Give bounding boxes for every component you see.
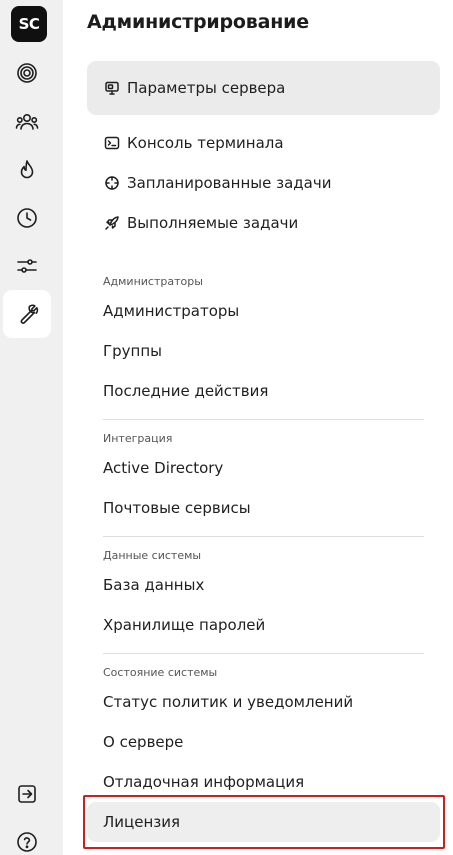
admin-panel: Администрирование Параметры сервера Конс… — [63, 0, 453, 855]
menu-item-label: Запланированные задачи — [127, 174, 332, 192]
menu-item-password-vault[interactable]: Хранилище паролей — [87, 605, 440, 645]
nav-settings-button[interactable] — [3, 242, 51, 290]
nav-help-button[interactable] — [3, 818, 51, 855]
divider — [103, 419, 424, 420]
menu-item-label: Консоль терминала — [127, 134, 284, 152]
menu-item-about-server[interactable]: О сервере — [87, 722, 440, 762]
sliders-icon — [17, 259, 37, 273]
logout-icon — [18, 785, 36, 803]
menu-item-label: Параметры сервера — [127, 79, 286, 97]
section-label-system-state: Состояние системы — [103, 666, 218, 679]
help-icon — [17, 832, 37, 852]
menu-item-policy-status[interactable]: Статус политик и уведомлений — [87, 682, 440, 722]
menu-item-server-params[interactable]: Параметры сервера — [87, 61, 440, 115]
menu-item-administrators[interactable]: Администраторы — [87, 291, 440, 331]
app-logo[interactable]: SC — [11, 6, 47, 42]
terminal-icon — [104, 136, 120, 150]
nav-logout-button[interactable] — [3, 770, 51, 818]
menu-item-database[interactable]: База данных — [87, 565, 440, 605]
menu-item-mail-services[interactable]: Почтовые сервисы — [87, 488, 440, 528]
section-label-admins: Администраторы — [103, 275, 203, 288]
divider — [103, 653, 424, 654]
rocket-icon — [105, 216, 119, 230]
clock-icon — [17, 208, 37, 228]
flame-icon — [20, 160, 34, 179]
menu-item-groups[interactable]: Группы — [87, 331, 440, 371]
menu-item-license[interactable]: Лицензия — [87, 802, 440, 842]
crosshair-icon — [105, 176, 119, 190]
nav-users-button[interactable] — [3, 98, 51, 146]
section-label-system-data: Данные системы — [103, 549, 202, 562]
section-label-integration: Интеграция — [103, 432, 173, 445]
users-icon — [15, 114, 39, 130]
target-icon — [17, 63, 37, 83]
menu-item-recent-actions[interactable]: Последние действия — [87, 371, 440, 411]
nav-admin-button[interactable] — [3, 290, 51, 338]
server-icon — [105, 81, 119, 95]
divider — [103, 536, 424, 537]
left-rail: SC — [0, 0, 63, 855]
menu-item-label: Выполняемые задачи — [127, 214, 299, 232]
nav-target-button[interactable] — [3, 49, 51, 97]
nav-incidents-button[interactable] — [3, 146, 51, 194]
page-title: Администрирование — [87, 11, 309, 33]
wrench-icon — [20, 304, 39, 324]
menu-item-running-tasks[interactable]: Выполняемые задачи — [87, 203, 440, 243]
menu-item-terminal[interactable]: Консоль терминала — [87, 123, 440, 163]
menu-item-debug-info[interactable]: Отладочная информация — [87, 762, 440, 802]
nav-history-button[interactable] — [3, 194, 51, 242]
menu-item-active-directory[interactable]: Active Directory — [87, 448, 440, 488]
menu-item-scheduled-tasks[interactable]: Запланированные задачи — [87, 163, 440, 203]
